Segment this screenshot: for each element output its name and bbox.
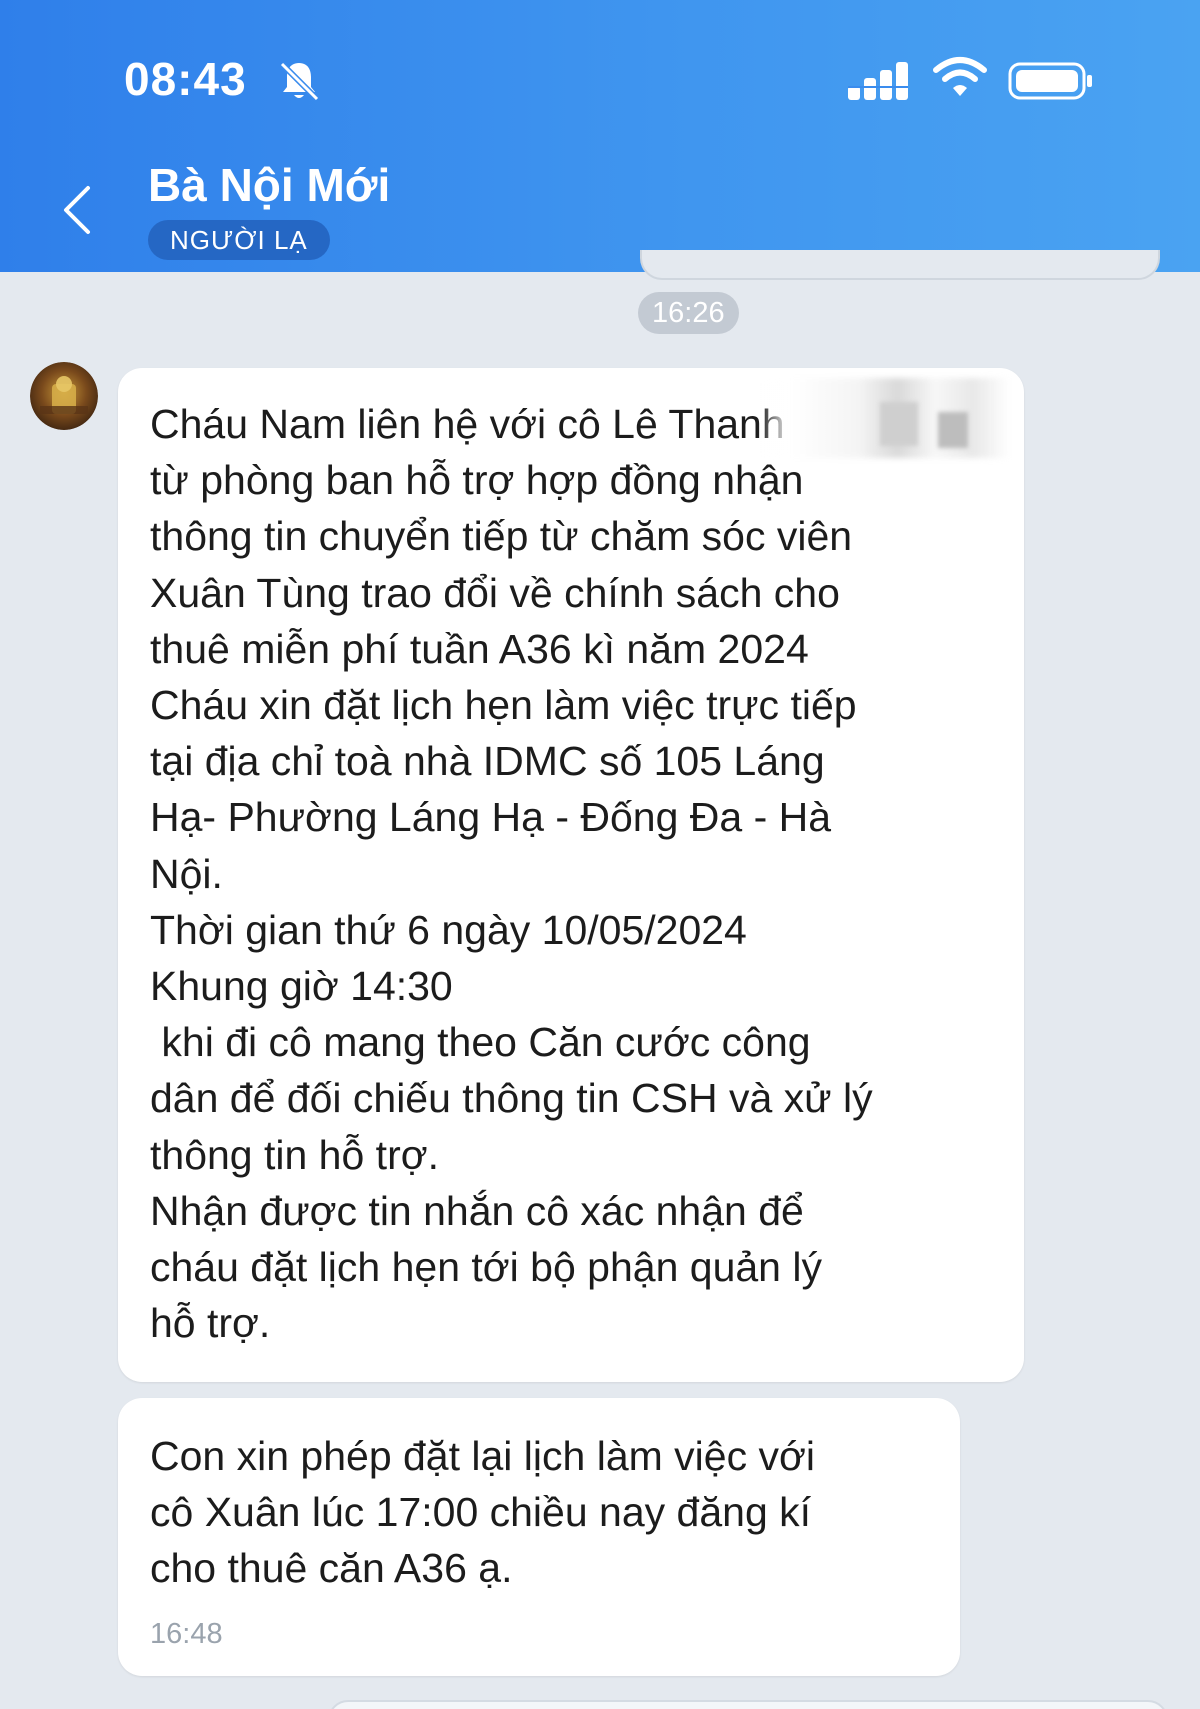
message-line: cháu đặt lịch hẹn tới bộ phận quản lý — [150, 1244, 822, 1291]
next-message-edge — [328, 1700, 1168, 1709]
time-separator: 16:26 — [638, 292, 739, 334]
message-line: cô Xuân lúc 17:00 chiều nay đăng kí — [150, 1489, 812, 1536]
message-line: Thời gian thứ 6 ngày 10/05/2024 — [150, 906, 747, 953]
back-icon[interactable] — [56, 180, 100, 240]
message-line: thông tin chuyển tiếp từ chăm sóc viên — [150, 513, 853, 560]
message-line: Con xin phép đặt lại lịch làm việc với — [150, 1433, 815, 1479]
chat-screen: 08:43 Bà Nội Mới NGƯỜI LẠ 16:26 Cháu Nam… — [0, 0, 1200, 1709]
message-bubble[interactable]: Cháu Nam liên hệ với cô Lê Thanh từ phòn… — [118, 368, 1024, 1382]
chat-header: 08:43 Bà Nội Mới NGƯỜI LẠ — [0, 0, 1200, 272]
message-bubble[interactable]: Con xin phép đặt lại lịch làm việc với c… — [118, 1398, 960, 1676]
avatar[interactable] — [30, 362, 98, 430]
message-line: Nhận được tin nhắn cô xác nhận để — [150, 1187, 804, 1234]
message-line: hỗ trợ. — [150, 1300, 271, 1347]
redacted-name-blur — [880, 402, 918, 446]
message-line: Nội. — [150, 850, 223, 897]
message-line: từ phòng ban hỗ trợ hợp đồng nhận — [150, 457, 804, 504]
message-line: Hạ- Phường Láng Hạ - Đống Đa - Hà — [150, 794, 832, 841]
message-line: tại địa chỉ toà nhà IDMC số 105 Láng — [150, 738, 825, 785]
previous-message-edge — [640, 250, 1160, 280]
message-line: Khung giờ 14:30 — [150, 963, 453, 1010]
wifi-icon — [933, 57, 987, 96]
message-line: thông tin hỗ trợ. — [150, 1131, 440, 1178]
message-line: Xuân Tùng trao đổi về chính sách cho — [150, 569, 840, 616]
message-time: 16:48 — [150, 1618, 223, 1650]
bell-off-icon — [279, 61, 320, 102]
chat-title[interactable]: Bà Nội Mới — [148, 158, 390, 212]
status-time: 08:43 — [124, 53, 247, 105]
message-line: khi đi cô mang theo Căn cước công — [150, 1019, 811, 1066]
message-line: thuê miễn phí tuần A36 kì năm 2024 — [150, 625, 809, 672]
message-line: dân để đối chiếu thông tin CSH và xử lý — [150, 1075, 873, 1122]
stranger-badge: NGƯỜI LẠ — [148, 220, 330, 260]
battery-icon — [1008, 62, 1092, 100]
redacted-name-blur — [938, 412, 968, 448]
message-line: Cháu xin đặt lịch hẹn làm việc trực tiếp — [150, 682, 857, 729]
signal-icon — [848, 62, 908, 100]
message-line: cho thuê căn A36 ạ. — [150, 1545, 513, 1592]
